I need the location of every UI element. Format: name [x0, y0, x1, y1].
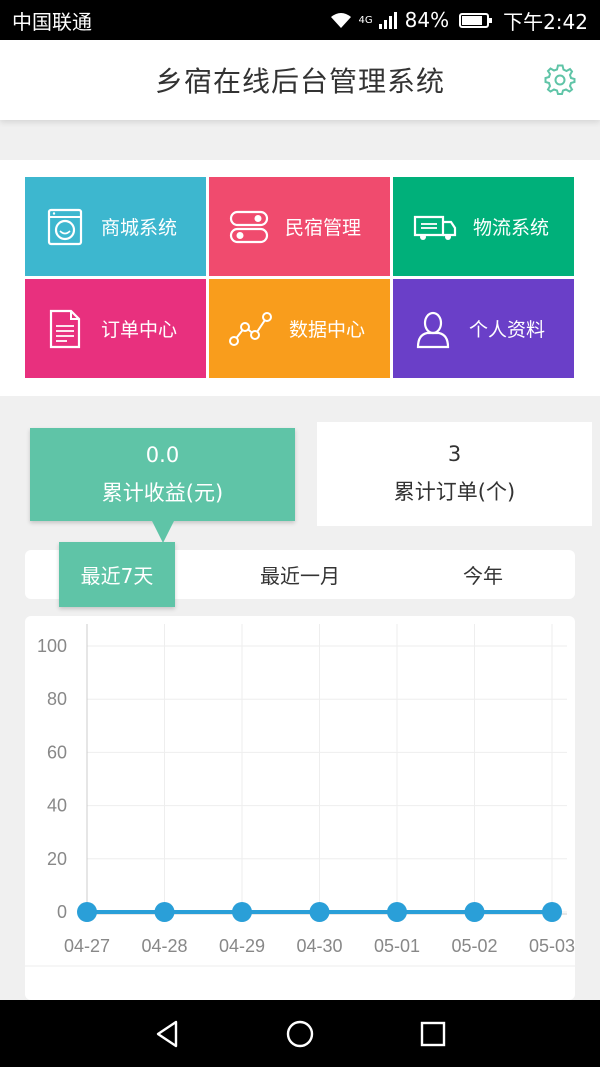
x-tick-label: 04-28	[141, 936, 187, 956]
toggle-icon	[229, 210, 269, 243]
menu-tile-data[interactable]: 数据中心	[209, 279, 390, 378]
menu-tile-label: 订单中心	[101, 319, 178, 341]
revenue-value: 0.0	[145, 442, 180, 467]
menu-tile-mall[interactable]: 商城系统	[25, 177, 206, 276]
menu-grid: 商城系统 民宿管理 物流系统 订单中心 数据中心 个人资料	[25, 177, 575, 380]
truck-icon	[413, 215, 457, 240]
home-circle-icon[interactable]	[284, 1018, 316, 1050]
data-point	[387, 902, 407, 922]
orders-value: 3	[447, 442, 462, 466]
menu-tile-homestay[interactable]: 民宿管理	[209, 177, 390, 276]
menu-panel: 商城系统 民宿管理 物流系统 订单中心 数据中心 个人资料	[0, 160, 600, 396]
line-chart: 0 20 40 60 80 100 04-27 04-28 04-29 04-30 05-01 05-…	[25, 616, 575, 1000]
graph-icon	[229, 311, 272, 346]
data-point	[154, 902, 175, 922]
x-tick-label: 04-29	[219, 936, 265, 956]
chart-svg: 0 20 40 60 80 100 04-27 04-28 04-29 04-30 05-01 05-…	[25, 624, 575, 967]
x-tick-label: 05-03	[529, 936, 575, 956]
menu-tile-label: 民宿管理	[285, 217, 362, 239]
menu-tile-label: 个人资料	[469, 319, 546, 341]
revenue-label: 累计收益(元)	[101, 480, 224, 505]
data-point	[77, 902, 97, 922]
status-bar: 中国联通 4G 84% 下午2:42	[0, 0, 600, 40]
orders-label: 累计订单(个)	[393, 480, 516, 504]
app-header: 乡宿在线后台管理系统	[0, 40, 600, 120]
data-point	[542, 902, 562, 922]
menu-tile-label: 物流系统	[473, 217, 550, 239]
revenue-card[interactable]: 0.0 累计收益(元)	[30, 428, 295, 543]
tab-last-month[interactable]: 最近一月	[225, 550, 375, 599]
data-point	[464, 902, 485, 922]
y-tick-label: 40	[47, 796, 67, 816]
x-tick-label: 04-30	[296, 936, 342, 956]
x-tick-label: 05-01	[374, 936, 420, 956]
y-tick-label: 0	[57, 902, 67, 922]
battery-icon	[459, 12, 493, 28]
document-icon	[49, 309, 81, 348]
y-tick-label: 100	[37, 636, 67, 656]
tab-last-7-days[interactable]: 最近7天	[59, 542, 175, 607]
back-triangle-icon[interactable]	[152, 1018, 184, 1050]
stats-section: 0.0 累计收益(元) 3 累计订单(个) 最近7天 最近一月 今年 0 20 40…	[0, 396, 600, 1000]
carrier-name: 中国联通	[12, 9, 92, 34]
network-type: 4G	[358, 14, 373, 26]
gear-icon[interactable]	[544, 64, 576, 96]
signal-icon	[378, 12, 397, 29]
clock: 下午2:42	[503, 9, 588, 34]
page-title: 乡宿在线后台管理系统	[154, 65, 445, 98]
menu-tile-profile[interactable]: 个人资料	[393, 279, 574, 378]
wifi-icon	[330, 13, 351, 28]
data-point	[232, 902, 252, 922]
range-tabs: 最近7天 最近一月 今年	[25, 542, 575, 607]
tab-this-year[interactable]: 今年	[425, 550, 541, 599]
y-tick-label: 60	[47, 742, 67, 762]
person-icon	[416, 311, 450, 348]
y-tick-label: 80	[47, 689, 67, 709]
battery-percent: 84%	[404, 8, 450, 32]
menu-tile-orders[interactable]: 订单中心	[25, 279, 206, 378]
washer-icon	[47, 208, 83, 245]
x-tick-label: 04-27	[64, 936, 110, 956]
recents-square-icon[interactable]	[417, 1018, 449, 1050]
menu-tile-label: 数据中心	[289, 319, 366, 341]
y-tick-label: 20	[47, 849, 67, 869]
orders-card[interactable]: 3 累计订单(个)	[317, 422, 592, 526]
system-nav-bar	[0, 1000, 600, 1067]
menu-tile-logistics[interactable]: 物流系统	[393, 177, 574, 276]
menu-tile-label: 商城系统	[101, 217, 178, 239]
data-point	[309, 902, 330, 922]
x-tick-label: 05-02	[451, 936, 497, 956]
